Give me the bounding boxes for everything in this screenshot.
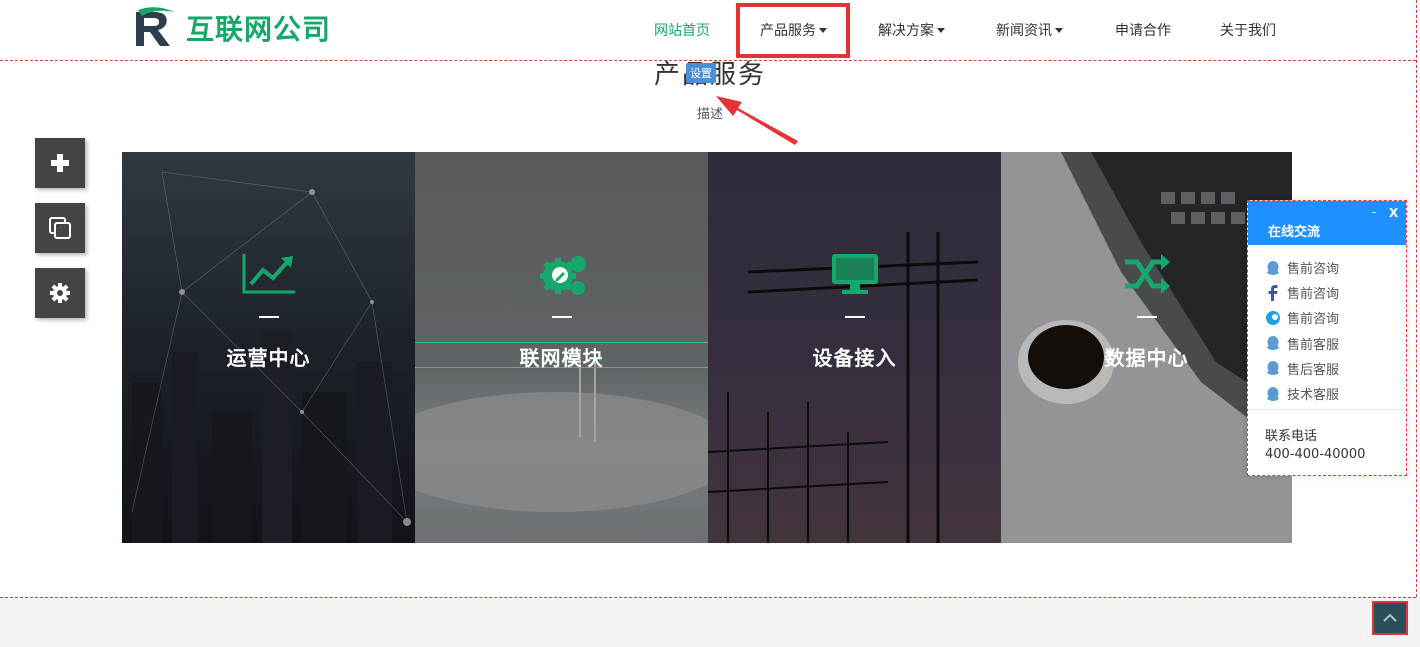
copy-button[interactable] (35, 203, 85, 253)
card-icon-wrap (708, 252, 1001, 296)
product-cards: 运营中心 联网模块 设备接入 数据中心 (122, 152, 1292, 543)
add-button[interactable] (35, 138, 85, 188)
chat-item-label: 售后客服 (1287, 362, 1340, 378)
chat-title: 在线交流 (1268, 225, 1321, 240)
product-card-device-access[interactable]: 设备接入 (708, 152, 1001, 543)
chat-contact-list: 售前咨询 售前咨询 售前咨询 售前客服 售后客服 技术客服 (1248, 245, 1406, 406)
chat-item-label: 售前咨询 (1287, 312, 1340, 328)
card-title: 运营中心 (226, 346, 311, 370)
chat-item-label: 售前咨询 (1287, 287, 1340, 303)
arrow-to-badge-icon (716, 96, 798, 145)
card-divider (258, 316, 279, 318)
product-card-operations[interactable]: 运营中心 (122, 152, 415, 543)
card-divider (1136, 316, 1157, 318)
contact-phone-label: 联系电话 (1265, 429, 1318, 444)
online-chat-panel: 在线交流 - X 售前咨询 售前咨询 售前咨询 售前客服 售后客服 技术客服 联 (1247, 200, 1407, 476)
card-icon-wrap (122, 252, 415, 296)
gears-edit-icon (539, 256, 586, 295)
aliwangwang-icon (1265, 310, 1281, 326)
qq-icon (1265, 360, 1281, 376)
qq-icon (1265, 260, 1281, 276)
card-icon-wrap (415, 252, 708, 298)
chat-minimize-button[interactable]: - (1372, 205, 1376, 219)
chat-item-presales-service[interactable]: 售前客服 (1248, 331, 1406, 356)
card-title: 设备接入 (812, 346, 897, 370)
copy-icon (49, 217, 71, 239)
card-divider (844, 316, 865, 318)
chat-item-label: 技术客服 (1287, 388, 1340, 404)
shuffle-icon (1124, 254, 1170, 294)
monitor-icon (831, 254, 878, 294)
chat-close-button[interactable]: X (1389, 206, 1398, 220)
card-title: 联网模块 (519, 346, 604, 370)
chevron-up-icon (1383, 613, 1397, 622)
chat-item-presales-2[interactable]: 售前咨询 (1248, 280, 1406, 305)
qq-icon (1265, 335, 1281, 351)
next-section-background (0, 598, 1420, 647)
chat-item-aftersales-service[interactable]: 售后客服 (1248, 356, 1406, 381)
product-card-iot-module[interactable]: 联网模块 (415, 152, 708, 543)
facebook-icon (1265, 284, 1281, 301)
chat-divider (1248, 409, 1406, 410)
chat-item-tech-service[interactable]: 技术客服 (1248, 381, 1406, 406)
chat-item-presales-1[interactable]: 售前咨询 (1248, 255, 1406, 280)
chart-trend-icon (242, 254, 295, 294)
chat-item-label: 售前客服 (1287, 337, 1340, 353)
contact-phone-number[interactable]: 400-400-40000 (1265, 447, 1365, 462)
settings-button[interactable] (35, 268, 85, 318)
plus-icon (51, 154, 69, 172)
qq-icon (1265, 386, 1281, 402)
chat-item-presales-3[interactable]: 售前咨询 (1248, 305, 1406, 330)
chat-header: 在线交流 - X (1248, 201, 1406, 245)
gear-icon (50, 283, 70, 303)
chat-item-label: 售前咨询 (1287, 262, 1340, 278)
back-to-top-button[interactable] (1372, 601, 1408, 635)
card-divider (551, 316, 572, 318)
